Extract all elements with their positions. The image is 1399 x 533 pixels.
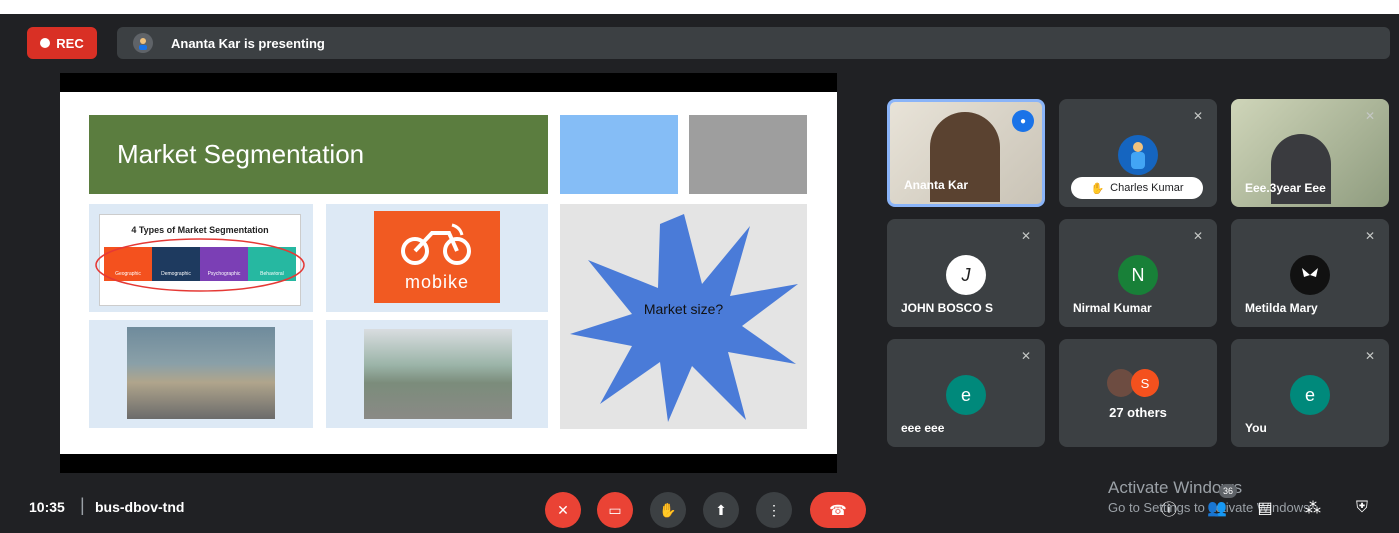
others-avatar-initial: S: [1131, 369, 1159, 397]
meeting-details-button[interactable]: ⓘ: [1157, 496, 1181, 520]
leave-call-button[interactable]: ☎: [810, 492, 866, 528]
presentation-stage[interactable]: Market Segmentation 4 Types of Market Se…: [60, 73, 837, 473]
participant-tile-metilda-mary[interactable]: ✕ Metilda Mary: [1231, 219, 1389, 327]
more-options-button[interactable]: ⋮: [756, 492, 792, 528]
lock-shield-icon: ⛨: [1355, 499, 1368, 516]
presenter-banner: Ananta Kar is presenting: [117, 27, 1390, 59]
participant-name: Charles Kumar: [1110, 182, 1184, 194]
host-controls-button[interactable]: ⛨: [1350, 496, 1374, 520]
slide: Market Segmentation 4 Types of Market Se…: [60, 92, 837, 454]
mic-off-icon: ✕: [557, 501, 569, 518]
bikes-photo-cell: [89, 320, 313, 428]
participant-count-badge: 36: [1219, 484, 1237, 498]
mic-off-icon: ✕: [1364, 109, 1376, 123]
participant-tile-eee-3year[interactable]: ✕ Eee.3year Eee: [1231, 99, 1389, 207]
participant-name: eee eee: [901, 421, 945, 435]
starburst-cell: Market size?: [560, 204, 807, 429]
raise-hand-button[interactable]: ✋: [650, 492, 686, 528]
recording-label: REC: [56, 35, 84, 51]
participant-avatar: e: [946, 375, 986, 415]
camera-toggle-button[interactable]: ▭: [597, 492, 633, 528]
presenter-avatar: [133, 33, 153, 53]
mobike-cell: mobike: [326, 204, 548, 312]
info-icon: ⓘ: [1160, 502, 1177, 519]
segmentation-types-cell: 4 Types of Market Segmentation Geographi…: [89, 204, 313, 312]
present-screen-icon: ⬆: [715, 501, 727, 518]
participant-tile-charles-kumar[interactable]: ✕ ✋ Charles Kumar: [1059, 99, 1217, 207]
participant-avatar: e: [1290, 375, 1330, 415]
chat-icon: ▤: [1257, 500, 1273, 517]
activities-button[interactable]: ⁂: [1301, 496, 1325, 520]
starburst-label: Market size?: [643, 301, 724, 317]
recording-indicator[interactable]: REC: [27, 27, 97, 59]
bikes-photo: [127, 327, 275, 419]
present-screen-button[interactable]: ⬆: [703, 492, 739, 528]
participant-name: Eee.3year Eee: [1245, 181, 1326, 195]
mobike-text: mobike: [404, 272, 470, 292]
bike-icon: [401, 223, 471, 265]
meeting-time: 10:35: [29, 499, 65, 515]
activities-icon: ⁂: [1305, 500, 1321, 517]
participant-tile-ananta-kar[interactable]: ● Ananta Kar: [887, 99, 1045, 207]
hand-raised-badge: ✋ Charles Kumar: [1071, 177, 1203, 199]
red-annotation-circle: [95, 238, 305, 292]
separator: |: [80, 495, 85, 515]
mic-off-icon: ✕: [1192, 229, 1204, 243]
participant-name: Metilda Mary: [1245, 301, 1318, 315]
mic-toggle-button[interactable]: ✕: [545, 492, 581, 528]
participant-avatar: [1290, 255, 1330, 295]
mic-off-icon: ✕: [1364, 229, 1376, 243]
types-card: 4 Types of Market Segmentation Geographi…: [95, 214, 305, 306]
participant-name: JOHN BOSCO S: [901, 301, 994, 315]
participant-tile-eee-eee[interactable]: ✕ e eee eee: [887, 339, 1045, 447]
participant-tile-others[interactable]: S 27 others: [1059, 339, 1217, 447]
record-dot-icon: [40, 38, 51, 48]
participant-name: Ananta Kar: [904, 178, 969, 192]
more-vert-icon: ⋮: [767, 501, 781, 518]
speaking-indicator-icon: ●: [1012, 110, 1034, 132]
participant-tile-nirmal-kumar[interactable]: ✕ N Nirmal Kumar: [1059, 219, 1217, 327]
others-count: 27 others: [1109, 405, 1167, 420]
mic-off-icon: ✕: [1020, 229, 1032, 243]
participant-avatar: J: [946, 255, 986, 295]
people-button[interactable]: 👥: [1205, 496, 1229, 520]
slide-title-box: Market Segmentation: [89, 115, 548, 194]
camera-off-icon: ▭: [608, 501, 622, 518]
bikes-row-photo: [364, 329, 512, 419]
presenter-text: Ananta Kar is presenting: [171, 35, 325, 51]
gray-square: [689, 115, 807, 194]
mic-off-icon: ✕: [1192, 109, 1204, 123]
starburst-shape: [570, 214, 798, 422]
participant-tile-john-bosco[interactable]: ✕ J JOHN BOSCO S: [887, 219, 1045, 327]
participant-name: You: [1245, 421, 1267, 435]
blue-square: [560, 115, 678, 194]
meeting-code: bus-dbov-tnd: [95, 499, 185, 515]
mic-off-icon: ✕: [1020, 349, 1032, 363]
mic-off-icon: ✕: [1364, 349, 1376, 363]
people-icon: 👥: [1207, 500, 1227, 517]
participant-avatar: N: [1118, 255, 1158, 295]
raise-hand-icon: ✋: [1090, 182, 1105, 195]
mobike-logo: mobike: [374, 211, 500, 303]
participant-avatar: [1118, 135, 1158, 175]
chat-button[interactable]: ▤: [1253, 496, 1277, 520]
participant-name: Nirmal Kumar: [1073, 301, 1152, 315]
top-strip: [0, 0, 1399, 14]
participant-tile-you[interactable]: ✕ e You: [1231, 339, 1389, 447]
types-card-title: 4 Types of Market Segmentation: [131, 225, 269, 235]
raise-hand-icon: ✋: [659, 501, 677, 518]
watermark-line1: Activate Windows: [1108, 478, 1243, 497]
slide-title: Market Segmentation: [117, 139, 365, 169]
hang-up-icon: ☎: [829, 501, 847, 518]
bikes-row-photo-cell: [326, 320, 548, 428]
